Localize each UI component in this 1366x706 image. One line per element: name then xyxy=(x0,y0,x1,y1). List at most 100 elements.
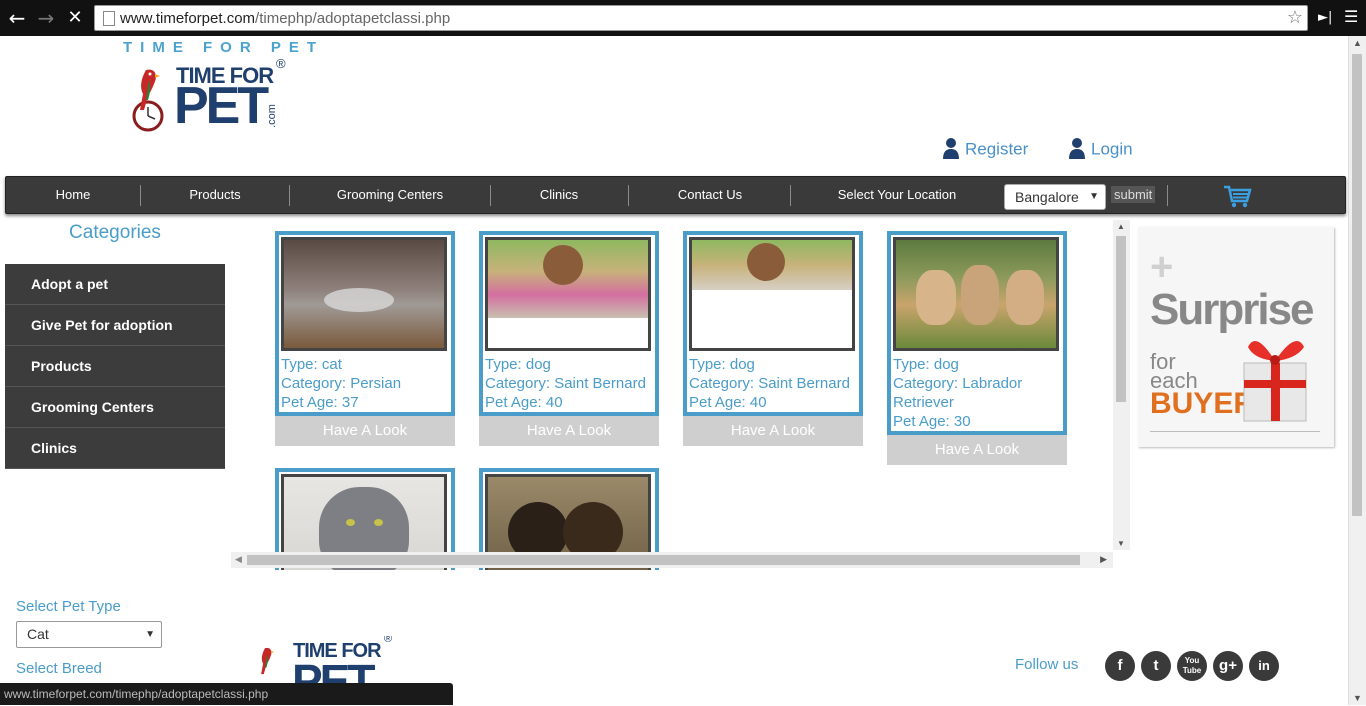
bookmark-star-icon[interactable]: ☆ xyxy=(1287,7,1303,28)
login-link[interactable]: Login xyxy=(1069,138,1133,161)
location-submit-button[interactable]: submit xyxy=(1111,186,1156,203)
footer-logo-registered-mark: ® xyxy=(384,636,393,645)
location-select[interactable]: Bangalore ▼ xyxy=(1004,184,1106,210)
have-a-look-button[interactable]: Have A Look xyxy=(683,416,863,446)
pet-card: Type: dog Category: Saint Bernard Pet Ag… xyxy=(683,231,863,446)
nav-contact-us[interactable]: Contact Us xyxy=(650,177,770,213)
scroll-down-arrow-icon[interactable]: ▼ xyxy=(1353,693,1362,703)
main-nav: Home Products Grooming Centers Clinics C… xyxy=(5,176,1346,214)
nav-separator xyxy=(490,185,491,206)
have-a-look-button[interactable]: Have A Look xyxy=(275,416,455,446)
linkedin-icon[interactable]: in xyxy=(1249,651,1279,681)
nav-separator xyxy=(790,185,791,206)
have-a-look-button[interactable]: Have A Look xyxy=(887,435,1067,465)
pet-grid-vertical-scrollbar[interactable]: ▲ ▼ xyxy=(1113,220,1130,550)
nav-home[interactable]: Home xyxy=(28,177,118,213)
pet-category: Category: Saint Bernard xyxy=(485,375,646,392)
stop-loading-icon[interactable]: ✕ xyxy=(64,7,86,29)
dropdown-arrow-icon: ▼ xyxy=(1089,191,1099,202)
extension-icon[interactable]: ►| xyxy=(1318,10,1332,25)
location-value: Bangalore xyxy=(1015,189,1079,205)
scroll-left-arrow-icon[interactable]: ◀ xyxy=(235,554,242,565)
categories-menu: Adopt a pet Give Pet for adoption Produc… xyxy=(5,264,225,469)
follow-us-label: Follow us xyxy=(1015,656,1079,673)
login-label: Login xyxy=(1091,139,1133,159)
nav-separator xyxy=(628,185,629,206)
youtube-icon[interactable]: You Tube xyxy=(1177,651,1207,681)
pet-category: Category: Labrador Retriever xyxy=(893,375,1023,411)
user-icon xyxy=(943,138,959,159)
forward-icon[interactable]: → xyxy=(35,7,57,29)
pet-card: Type: dog Category: Saint Bernard Pet Ag… xyxy=(479,231,659,446)
select-pet-type-label: Select Pet Type xyxy=(16,598,121,615)
site-logo[interactable]: TIME FOR PET ® .com xyxy=(124,56,299,135)
logo-text-com: .com xyxy=(265,104,278,128)
categories-title: Categories xyxy=(69,222,161,243)
register-link[interactable]: Register xyxy=(943,138,1029,161)
pet-photo[interactable] xyxy=(281,237,447,351)
address-bar[interactable]: www.timeforpet.com/timephp/adoptapetclas… xyxy=(94,5,1308,31)
scroll-right-arrow-icon[interactable]: ▶ xyxy=(1100,554,1107,565)
pet-type-value: Cat xyxy=(27,626,49,642)
browser-status-bar: www.timeforpet.com/timephp/adoptapetclas… xyxy=(0,683,453,705)
nav-separator xyxy=(289,185,290,206)
pet-photo[interactable] xyxy=(893,237,1059,351)
surprise-ad-banner[interactable]: + Surprise for each BUYER xyxy=(1138,227,1334,447)
pet-grid-horizontal-scrollbar[interactable]: ◀ ▶ xyxy=(231,552,1113,568)
category-adopt-a-pet[interactable]: Adopt a pet xyxy=(5,264,225,305)
scrollbar-thumb[interactable] xyxy=(1116,236,1126,402)
category-grooming-centers[interactable]: Grooming Centers xyxy=(5,387,225,428)
pet-type-select[interactable]: Cat ▼ xyxy=(16,621,162,648)
user-icon xyxy=(1069,138,1085,159)
gift-box-icon xyxy=(1243,340,1307,422)
pet-type: Type: dog xyxy=(689,356,755,373)
google-plus-icon[interactable]: g+ xyxy=(1213,651,1243,681)
have-a-look-button[interactable]: Have A Look xyxy=(479,416,659,446)
pet-type: Type: dog xyxy=(893,356,959,373)
facebook-icon[interactable]: f xyxy=(1105,651,1135,681)
scrollbar-thumb[interactable] xyxy=(1352,54,1362,516)
nav-select-location-label: Select Your Location xyxy=(837,187,957,202)
pet-card: Type: dog Category: Labrador Retriever P… xyxy=(887,231,1067,465)
nav-separator xyxy=(140,185,141,206)
pet-type: Type: dog xyxy=(485,356,551,373)
browser-toolbar: ← → ✕ www.timeforpet.com/timephp/adoptap… xyxy=(0,0,1366,36)
pet-card: Type: cat Category: Persian Pet Age: 37 … xyxy=(275,231,455,446)
plus-icon: + xyxy=(1150,245,1174,289)
pet-category: Category: Saint Bernard xyxy=(689,375,850,392)
parrot-clock-icon xyxy=(132,69,164,132)
cart-icon[interactable] xyxy=(1222,181,1252,209)
select-breed-label: Select Breed xyxy=(16,660,102,677)
nav-separator xyxy=(1167,185,1168,206)
register-label: Register xyxy=(965,139,1029,159)
pet-age: Pet Age: 40 xyxy=(689,394,767,411)
page-icon xyxy=(103,11,115,26)
pet-age: Pet Age: 30 xyxy=(893,413,971,430)
nav-grooming-centers[interactable]: Grooming Centers xyxy=(310,177,470,213)
category-products[interactable]: Products xyxy=(5,346,225,387)
back-icon[interactable]: ← xyxy=(6,7,28,29)
pet-age: Pet Age: 40 xyxy=(485,394,563,411)
nav-clinics[interactable]: Clinics xyxy=(509,177,609,213)
pet-grid: Type: cat Category: Persian Pet Age: 37 … xyxy=(230,220,1130,570)
pet-photo[interactable] xyxy=(485,237,651,351)
scroll-down-arrow-icon[interactable]: ▼ xyxy=(1117,539,1125,548)
pet-category: Category: Persian xyxy=(281,375,402,392)
category-give-pet-for-adoption[interactable]: Give Pet for adoption xyxy=(5,305,225,346)
pet-photo[interactable] xyxy=(689,237,855,351)
url-text: www.timeforpet.com/timephp/adoptapetclas… xyxy=(120,10,451,27)
brand-tagline: TIME FOR PET xyxy=(123,39,324,56)
logo-registered-mark: ® xyxy=(276,56,286,71)
nav-products[interactable]: Products xyxy=(160,177,270,213)
dropdown-arrow-icon: ▼ xyxy=(145,629,155,640)
scrollbar-thumb[interactable] xyxy=(247,555,1080,565)
menu-icon[interactable]: ☰ xyxy=(1344,7,1358,26)
logo-text-pet: PET xyxy=(174,77,269,135)
category-clinics[interactable]: Clinics xyxy=(5,428,225,469)
page-scrollbar[interactable]: ▲ ▼ xyxy=(1348,36,1366,705)
pet-age: Pet Age: 37 xyxy=(281,394,359,411)
scroll-up-arrow-icon[interactable]: ▲ xyxy=(1353,38,1362,48)
scroll-up-arrow-icon[interactable]: ▲ xyxy=(1117,222,1125,231)
pet-type: Type: cat xyxy=(281,356,342,373)
twitter-icon[interactable]: t xyxy=(1141,651,1171,681)
